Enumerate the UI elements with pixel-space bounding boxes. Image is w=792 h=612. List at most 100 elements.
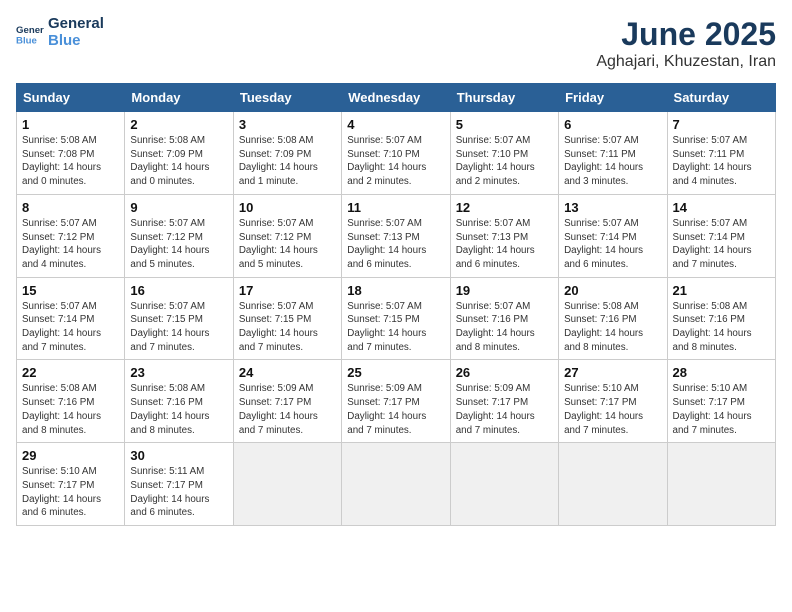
day-info: Sunrise: 5:07 AM Sunset: 7:10 PM Dayligh…	[347, 134, 444, 189]
day-info: Sunrise: 5:09 AM Sunset: 7:17 PM Dayligh…	[456, 382, 553, 437]
table-row: 9 Sunrise: 5:07 AM Sunset: 7:12 PM Daylig…	[125, 194, 233, 277]
day-number: 6	[564, 117, 661, 132]
day-number: 25	[347, 365, 444, 380]
header-saturday: Saturday	[667, 84, 775, 112]
page-header: General Blue General Blue June 2025 Agha…	[16, 16, 776, 71]
day-info: Sunrise: 5:07 AM Sunset: 7:13 PM Dayligh…	[347, 217, 444, 272]
day-info: Sunrise: 5:08 AM Sunset: 7:09 PM Dayligh…	[130, 134, 227, 189]
table-row: 17Sunrise: 5:07 AM Sunset: 7:15 PM Dayli…	[233, 277, 341, 360]
day-info: Sunrise: 5:07 AM Sunset: 7:14 PM Dayligh…	[564, 217, 661, 272]
table-row	[667, 443, 775, 526]
day-number: 11	[347, 200, 444, 215]
day-info: Sunrise: 5:10 AM Sunset: 7:17 PM Dayligh…	[673, 382, 770, 437]
table-row: 19Sunrise: 5:07 AM Sunset: 7:16 PM Dayli…	[450, 277, 558, 360]
table-row: 20Sunrise: 5:08 AM Sunset: 7:16 PM Dayli…	[559, 277, 667, 360]
table-row: 23 Sunrise: 5:08 AM Sunset: 7:16 PM Dayli…	[125, 360, 233, 443]
day-number: 24	[239, 365, 336, 380]
month-title: June 2025	[596, 16, 776, 53]
table-row	[342, 443, 450, 526]
table-row: 28 Sunrise: 5:10 AM Sunset: 7:17 PM Dayli…	[667, 360, 775, 443]
table-row: 13 Sunrise: 5:07 AM Sunset: 7:14 PM Dayli…	[559, 194, 667, 277]
table-row: 8 Sunrise: 5:07 AM Sunset: 7:12 PM Daylig…	[17, 194, 125, 277]
calendar-week-1: 1Sunrise: 5:08 AM Sunset: 7:08 PM Daylig…	[17, 112, 776, 195]
calendar-week-5: 29 Sunrise: 5:10 AM Sunset: 7:17 PM Dayli…	[17, 443, 776, 526]
day-info: Sunrise: 5:07 AM Sunset: 7:14 PM Dayligh…	[22, 300, 119, 355]
day-number: 9	[130, 200, 227, 215]
title-block: June 2025 Aghajari, Khuzestan, Iran	[596, 16, 776, 71]
day-info: Sunrise: 5:07 AM Sunset: 7:14 PM Dayligh…	[673, 217, 770, 272]
day-info: Sunrise: 5:08 AM Sunset: 7:16 PM Dayligh…	[130, 382, 227, 437]
table-row	[450, 443, 558, 526]
day-info: Sunrise: 5:08 AM Sunset: 7:09 PM Dayligh…	[239, 134, 336, 189]
day-info: Sunrise: 5:07 AM Sunset: 7:12 PM Dayligh…	[239, 217, 336, 272]
day-info: Sunrise: 5:09 AM Sunset: 7:17 PM Dayligh…	[239, 382, 336, 437]
day-info: Sunrise: 5:07 AM Sunset: 7:10 PM Dayligh…	[456, 134, 553, 189]
calendar-table: Sunday Monday Tuesday Wednesday Thursday…	[16, 83, 776, 526]
day-number: 27	[564, 365, 661, 380]
svg-text:Blue: Blue	[16, 35, 37, 46]
table-row: 29 Sunrise: 5:10 AM Sunset: 7:17 PM Dayli…	[17, 443, 125, 526]
table-row: 25 Sunrise: 5:09 AM Sunset: 7:17 PM Dayli…	[342, 360, 450, 443]
logo-text-line1: General	[48, 16, 104, 33]
calendar-week-4: 22 Sunrise: 5:08 AM Sunset: 7:16 PM Dayli…	[17, 360, 776, 443]
header-sunday: Sunday	[17, 84, 125, 112]
table-row: 22 Sunrise: 5:08 AM Sunset: 7:16 PM Dayli…	[17, 360, 125, 443]
day-info: Sunrise: 5:07 AM Sunset: 7:12 PM Dayligh…	[22, 217, 119, 272]
table-row: 15 Sunrise: 5:07 AM Sunset: 7:14 PM Dayli…	[17, 277, 125, 360]
day-number: 23	[130, 365, 227, 380]
calendar-header-row: Sunday Monday Tuesday Wednesday Thursday…	[17, 84, 776, 112]
table-row: 18 Sunrise: 5:07 AM Sunset: 7:15 PM Dayli…	[342, 277, 450, 360]
header-thursday: Thursday	[450, 84, 558, 112]
day-info: Sunrise: 5:11 AM Sunset: 7:17 PM Dayligh…	[130, 465, 227, 520]
table-row: 21Sunrise: 5:08 AM Sunset: 7:16 PM Dayli…	[667, 277, 775, 360]
day-number: 29	[22, 448, 119, 463]
day-info: Sunrise: 5:10 AM Sunset: 7:17 PM Dayligh…	[564, 382, 661, 437]
day-info: Sunrise: 5:09 AM Sunset: 7:17 PM Dayligh…	[347, 382, 444, 437]
day-number: 7	[673, 117, 770, 132]
day-number: 3	[239, 117, 336, 132]
day-info: Sunrise: 5:07 AM Sunset: 7:12 PM Dayligh…	[130, 217, 227, 272]
table-row: 16Sunrise: 5:07 AM Sunset: 7:15 PM Dayli…	[125, 277, 233, 360]
table-row: 6 Sunrise: 5:07 AM Sunset: 7:11 PM Daylig…	[559, 112, 667, 195]
table-row: 14 Sunrise: 5:07 AM Sunset: 7:14 PM Dayli…	[667, 194, 775, 277]
table-row: 3 Sunrise: 5:08 AM Sunset: 7:09 PM Daylig…	[233, 112, 341, 195]
day-number: 12	[456, 200, 553, 215]
table-row: 30Sunrise: 5:11 AM Sunset: 7:17 PM Dayli…	[125, 443, 233, 526]
day-info: Sunrise: 5:07 AM Sunset: 7:11 PM Dayligh…	[673, 134, 770, 189]
day-number: 13	[564, 200, 661, 215]
logo-icon: General Blue	[16, 19, 44, 47]
day-number: 10	[239, 200, 336, 215]
header-monday: Monday	[125, 84, 233, 112]
day-number: 8	[22, 200, 119, 215]
day-number: 18	[347, 283, 444, 298]
day-info: Sunrise: 5:07 AM Sunset: 7:11 PM Dayligh…	[564, 134, 661, 189]
header-wednesday: Wednesday	[342, 84, 450, 112]
day-number: 15	[22, 283, 119, 298]
table-row: 4 Sunrise: 5:07 AM Sunset: 7:10 PM Daylig…	[342, 112, 450, 195]
day-info: Sunrise: 5:08 AM Sunset: 7:16 PM Dayligh…	[564, 300, 661, 355]
table-row: 11 Sunrise: 5:07 AM Sunset: 7:13 PM Dayli…	[342, 194, 450, 277]
day-number: 19	[456, 283, 553, 298]
day-number: 4	[347, 117, 444, 132]
day-info: Sunrise: 5:08 AM Sunset: 7:16 PM Dayligh…	[22, 382, 119, 437]
day-info: Sunrise: 5:07 AM Sunset: 7:15 PM Dayligh…	[347, 300, 444, 355]
day-info: Sunrise: 5:07 AM Sunset: 7:13 PM Dayligh…	[456, 217, 553, 272]
table-row: 5 Sunrise: 5:07 AM Sunset: 7:10 PM Daylig…	[450, 112, 558, 195]
day-info: Sunrise: 5:08 AM Sunset: 7:16 PM Dayligh…	[673, 300, 770, 355]
day-number: 28	[673, 365, 770, 380]
day-info: Sunrise: 5:10 AM Sunset: 7:17 PM Dayligh…	[22, 465, 119, 520]
day-number: 14	[673, 200, 770, 215]
day-info: Sunrise: 5:07 AM Sunset: 7:15 PM Dayligh…	[130, 300, 227, 355]
table-row	[559, 443, 667, 526]
table-row: 1Sunrise: 5:08 AM Sunset: 7:08 PM Daylig…	[17, 112, 125, 195]
logo-text-line2: Blue	[48, 33, 104, 50]
day-number: 17	[239, 283, 336, 298]
day-number: 5	[456, 117, 553, 132]
header-tuesday: Tuesday	[233, 84, 341, 112]
day-number: 26	[456, 365, 553, 380]
table-row: 27 Sunrise: 5:10 AM Sunset: 7:17 PM Dayli…	[559, 360, 667, 443]
calendar-week-2: 8 Sunrise: 5:07 AM Sunset: 7:12 PM Daylig…	[17, 194, 776, 277]
location-title: Aghajari, Khuzestan, Iran	[596, 53, 776, 71]
day-number: 22	[22, 365, 119, 380]
day-number: 1	[22, 117, 119, 132]
